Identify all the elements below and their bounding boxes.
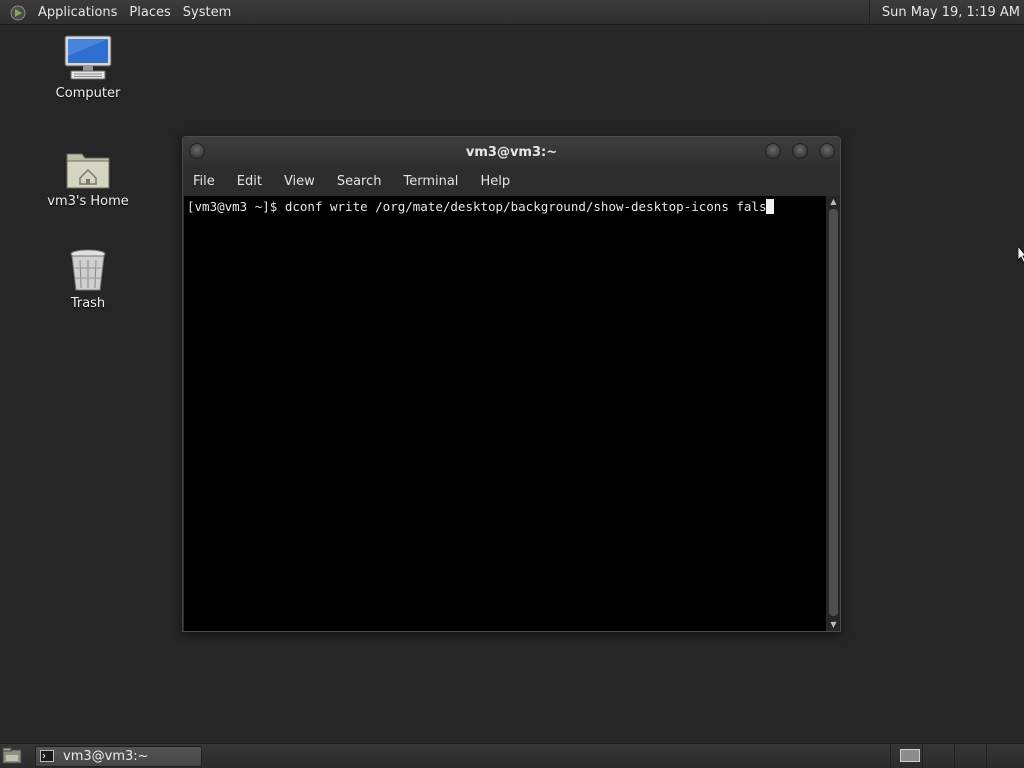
desktop-icon-computer[interactable]: Computer	[28, 34, 148, 101]
minimize-button[interactable]	[765, 143, 781, 159]
shell-prompt: [vm3@vm3 ~]$	[187, 199, 285, 214]
system-menu[interactable]: System	[177, 0, 237, 25]
trash-icon	[70, 249, 106, 291]
clock[interactable]: Sun May 19, 1:19 AM	[868, 0, 1024, 25]
taskbar-button-label: vm3@vm3:~	[63, 749, 149, 764]
bottom-panel: vm3@vm3:~	[0, 743, 1024, 768]
terminal-window[interactable]: vm3@vm3:~ File Edit View Search Terminal…	[182, 136, 841, 632]
desktop-icon-label: vm3's Home	[47, 194, 129, 209]
top-menu-bar: Applications Places System	[0, 0, 237, 25]
vertical-scrollbar[interactable]: ▲ ▼	[827, 196, 840, 631]
maximize-button[interactable]	[792, 143, 808, 159]
workspace-2[interactable]	[922, 744, 954, 768]
window-titlebar[interactable]: vm3@vm3:~	[183, 137, 840, 168]
scrollbar-thumb[interactable]	[829, 209, 838, 616]
top-panel: Applications Places System Sun May 19, 1…	[0, 0, 1024, 25]
computer-icon	[64, 35, 112, 80]
mouse-pointer-icon	[1018, 246, 1024, 264]
desktop: Applications Places System Sun May 19, 1…	[0, 0, 1024, 768]
applications-menu[interactable]: Applications	[32, 0, 123, 25]
desktop-icon-home[interactable]: vm3's Home	[28, 148, 148, 209]
workspace-3[interactable]	[954, 744, 986, 768]
text-cursor	[766, 199, 775, 214]
menu-terminal[interactable]: Terminal	[392, 168, 469, 196]
workspace-switcher	[890, 744, 1024, 768]
scroll-up-arrow-icon[interactable]: ▲	[827, 196, 840, 208]
taskbar-button-terminal[interactable]: vm3@vm3:~	[35, 746, 202, 767]
terminal-menubar: File Edit View Search Terminal Help	[183, 168, 840, 196]
desktop-icon-label: Trash	[70, 296, 106, 311]
menu-help[interactable]: Help	[469, 168, 521, 196]
home-folder-icon	[66, 153, 110, 189]
scroll-down-arrow-icon[interactable]: ▼	[827, 619, 840, 631]
menu-file[interactable]: File	[183, 168, 226, 196]
menu-search[interactable]: Search	[326, 168, 393, 196]
workspace-4[interactable]	[986, 744, 1018, 768]
close-button[interactable]	[819, 143, 835, 159]
terminal-output[interactable]: [vm3@vm3 ~]$ dconf write /org/mate/deskt…	[184, 196, 826, 631]
workspace-1[interactable]	[890, 744, 922, 768]
desktop-icon-trash[interactable]: Trash	[28, 248, 148, 311]
menu-view[interactable]: View	[273, 168, 326, 196]
places-menu[interactable]: Places	[123, 0, 176, 25]
show-desktop-icon[interactable]	[2, 747, 22, 765]
window-title: vm3@vm3:~	[465, 145, 558, 160]
mate-logo-icon	[10, 5, 26, 20]
menu-edit[interactable]: Edit	[226, 168, 273, 196]
desktop-icon-label: Computer	[55, 86, 121, 101]
command-text: dconf write /org/mate/desktop/background…	[284, 199, 767, 214]
terminal-icon	[40, 750, 54, 762]
